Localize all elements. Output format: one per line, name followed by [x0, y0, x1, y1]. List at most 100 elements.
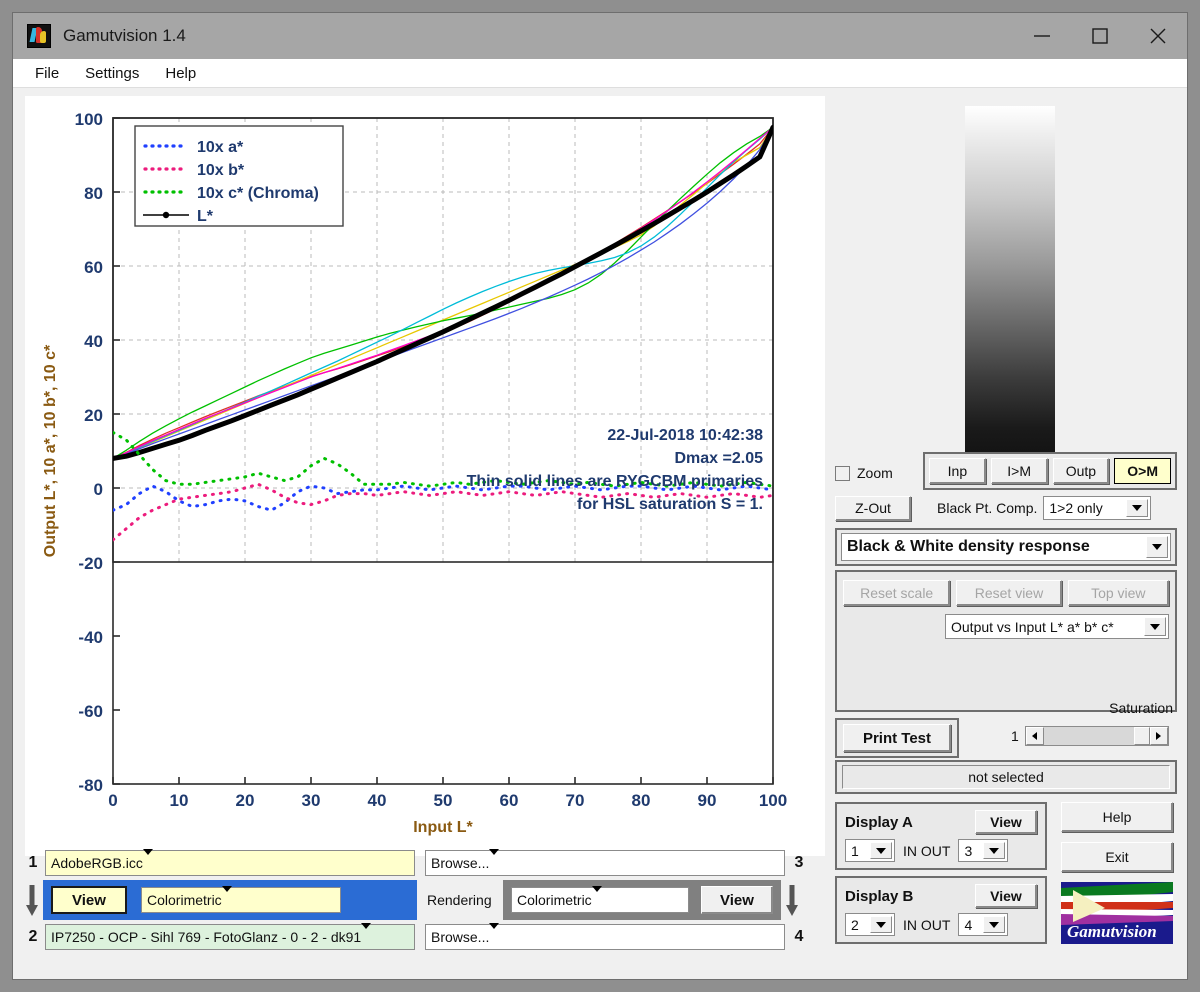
- z-out-button[interactable]: Z-Out: [835, 496, 911, 521]
- svg-text:L*: L*: [197, 208, 214, 225]
- menu-item-help[interactable]: Help: [165, 65, 196, 82]
- display-a-in-dropdown[interactable]: 1: [845, 839, 895, 862]
- display-a-view-button[interactable]: View: [975, 810, 1037, 834]
- arrow-down-icon-left: [25, 883, 39, 917]
- chevron-down-icon[interactable]: [870, 916, 892, 933]
- profile-bar: 1 AdobeRGB.icc Browse... 3 View: [25, 849, 825, 969]
- profile-1-number: 1: [25, 854, 41, 872]
- close-icon[interactable]: [1129, 13, 1187, 59]
- svg-text:10: 10: [170, 791, 189, 810]
- black-point-comp-dropdown[interactable]: 1>2 only: [1043, 496, 1151, 520]
- reset-view-button[interactable]: Reset view: [956, 580, 1061, 606]
- black-point-comp-label: Black Pt. Comp.: [937, 500, 1037, 516]
- print-test-button[interactable]: Print Test: [843, 724, 951, 752]
- left-rendering-value: Colorimetric: [147, 892, 222, 908]
- svg-text:60: 60: [500, 791, 519, 810]
- profile-2-dropdown[interactable]: IP7250 - OCP - Sihl 769 - FotoGlanz - 0 …: [45, 924, 415, 950]
- left-view-button[interactable]: View: [51, 886, 127, 914]
- profile-4-number: 4: [791, 928, 807, 946]
- main-window: Gamutvision 1.4 File Settings Help -80-6…: [12, 12, 1188, 980]
- display-b-in-value: 2: [851, 917, 859, 933]
- right-rendering-value: Colorimetric: [517, 892, 592, 908]
- display-a-in-value: 1: [851, 843, 859, 859]
- zoom-checkbox[interactable]: [835, 466, 850, 481]
- exit-button[interactable]: Exit: [1061, 842, 1173, 872]
- left-rendering-dropdown[interactable]: Colorimetric: [141, 887, 341, 913]
- chart-panel: -80-60-40-200204060801000102030405060708…: [25, 96, 825, 856]
- svg-text:100: 100: [75, 110, 103, 129]
- right-rendering-dropdown[interactable]: Colorimetric: [511, 887, 689, 913]
- svg-text:20: 20: [84, 406, 103, 425]
- status-text: not selected: [968, 769, 1044, 785]
- chevron-down-icon[interactable]: [489, 855, 499, 871]
- svg-text:22-Jul-2018 10:42:38: 22-Jul-2018 10:42:38: [607, 427, 763, 444]
- right-view-button[interactable]: View: [701, 886, 773, 914]
- view-button-inp[interactable]: Inp: [929, 458, 986, 484]
- svg-text:30: 30: [302, 791, 321, 810]
- slider-thumb[interactable]: [1134, 727, 1150, 745]
- output-vs-input-chart[interactable]: -80-60-40-200204060801000102030405060708…: [25, 96, 825, 856]
- svg-text:70: 70: [566, 791, 585, 810]
- display-mode-value: Black & White density response: [847, 538, 1090, 556]
- slider-right-arrow-icon[interactable]: [1150, 727, 1168, 745]
- display-b-out-value: 4: [964, 917, 972, 933]
- display-b-out-dropdown[interactable]: 4: [958, 913, 1008, 936]
- display-b-group: Display B View 2 IN OUT 4: [835, 876, 1047, 944]
- saturation-slider[interactable]: [1025, 726, 1169, 746]
- svg-text:0: 0: [108, 791, 117, 810]
- svg-text:Thin solid lines are RYGCBM pr: Thin solid lines are RYGCBM primaries: [467, 473, 763, 490]
- right-control-panel: Zoom Inp I>M Outp O>M Z-Out Black Pt. Co…: [835, 458, 1177, 944]
- svg-text:90: 90: [698, 791, 717, 810]
- display-mode-dropdown[interactable]: Black & White density response: [841, 533, 1171, 561]
- chevron-down-icon[interactable]: [1126, 499, 1148, 517]
- profile-3-dropdown[interactable]: Browse...: [425, 850, 785, 876]
- chevron-down-icon[interactable]: [361, 929, 371, 945]
- chevron-down-icon[interactable]: [489, 929, 499, 945]
- display-a-group: Display A View 1 IN OUT 3: [835, 802, 1047, 870]
- display-b-view-button[interactable]: View: [975, 884, 1037, 908]
- view-button-outp[interactable]: Outp: [1053, 458, 1110, 484]
- view-button-o-to-m[interactable]: O>M: [1114, 458, 1171, 484]
- minimize-icon[interactable]: [1013, 13, 1071, 59]
- maximize-icon[interactable]: [1071, 13, 1129, 59]
- slider-left-arrow-icon[interactable]: [1026, 727, 1044, 745]
- black-point-comp-value: 1>2 only: [1049, 500, 1102, 516]
- chevron-down-icon[interactable]: [222, 892, 232, 908]
- profile-4-dropdown[interactable]: Browse...: [425, 924, 785, 950]
- reset-scale-button[interactable]: Reset scale: [843, 580, 950, 606]
- window-controls: [1013, 13, 1187, 59]
- rendering-label: Rendering: [427, 892, 503, 908]
- chevron-down-icon[interactable]: [983, 842, 1005, 859]
- view-button-i-to-m[interactable]: I>M: [991, 458, 1048, 484]
- plot-type-dropdown[interactable]: Output vs Input L* a* b* c*: [945, 614, 1169, 639]
- menu-item-settings[interactable]: Settings: [85, 65, 139, 82]
- gamutvision-app-icon: [27, 24, 51, 48]
- chevron-down-icon[interactable]: [143, 855, 153, 871]
- display-b-title: Display B: [845, 888, 913, 905]
- help-button[interactable]: Help: [1061, 802, 1173, 832]
- menu-item-file[interactable]: File: [35, 65, 59, 82]
- display-a-out-value: 3: [964, 843, 972, 859]
- profile-1-value: AdobeRGB.icc: [51, 855, 143, 871]
- svg-text:80: 80: [84, 184, 103, 203]
- profile-2-value: IP7250 - OCP - Sihl 769 - FotoGlanz - 0 …: [51, 929, 361, 945]
- chevron-down-icon[interactable]: [1146, 536, 1168, 558]
- grayscale-gradient-strip: [965, 106, 1055, 464]
- arrow-down-icon-right: [785, 883, 799, 917]
- title-bar: Gamutvision 1.4: [13, 13, 1187, 59]
- chevron-down-icon[interactable]: [983, 916, 1005, 933]
- chevron-down-icon[interactable]: [1144, 617, 1166, 636]
- left-rendering-band: View Colorimetric: [43, 880, 417, 920]
- chevron-down-icon[interactable]: [592, 892, 602, 908]
- svg-text:-60: -60: [78, 702, 103, 721]
- zoom-checkbox-label: Zoom: [857, 465, 893, 481]
- profile-3-value: Browse...: [431, 855, 489, 871]
- profile-1-dropdown[interactable]: AdobeRGB.icc: [45, 850, 415, 876]
- display-b-in-dropdown[interactable]: 2: [845, 913, 895, 936]
- slider-track[interactable]: [1044, 727, 1150, 745]
- svg-text:Input L*: Input L*: [413, 819, 473, 836]
- chevron-down-icon[interactable]: [870, 842, 892, 859]
- top-view-button[interactable]: Top view: [1068, 580, 1169, 606]
- display-a-out-dropdown[interactable]: 3: [958, 839, 1008, 862]
- svg-text:-20: -20: [78, 554, 103, 573]
